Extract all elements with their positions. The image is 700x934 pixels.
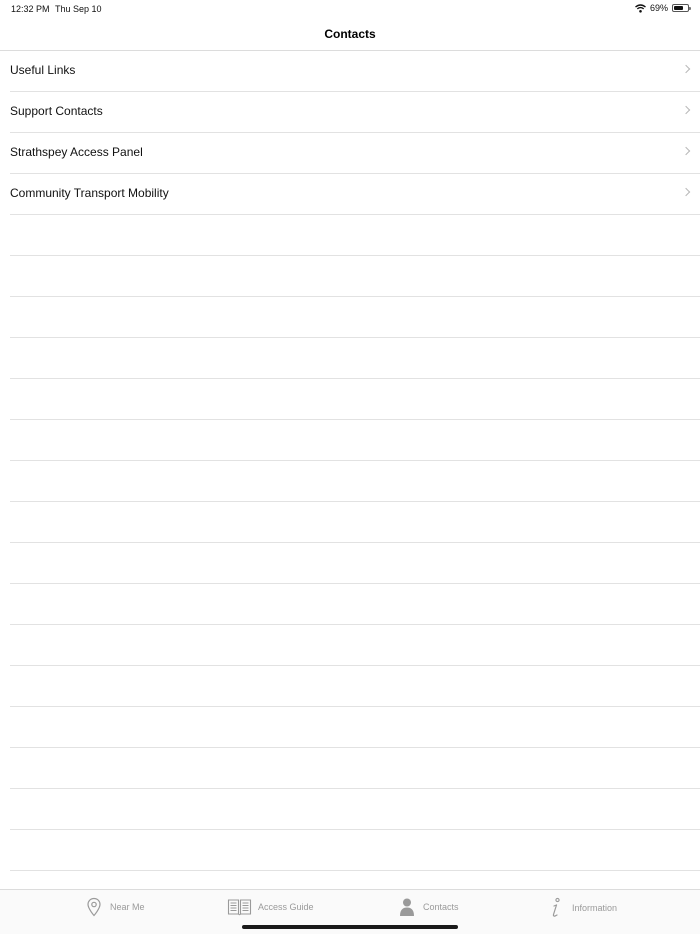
chevron-right-icon bbox=[681, 146, 691, 156]
empty-row bbox=[10, 707, 700, 748]
empty-row bbox=[10, 420, 700, 461]
empty-row bbox=[10, 830, 700, 871]
empty-row bbox=[10, 789, 700, 830]
home-indicator[interactable] bbox=[242, 925, 458, 929]
empty-row bbox=[10, 748, 700, 789]
tab-contacts[interactable]: Contacts bbox=[397, 897, 459, 917]
empty-row bbox=[10, 256, 700, 297]
empty-row bbox=[10, 338, 700, 379]
chevron-right-icon bbox=[681, 105, 691, 115]
list-item-community-transport-mobility[interactable]: Community Transport Mobility bbox=[10, 174, 700, 215]
list-item-support-contacts[interactable]: Support Contacts bbox=[10, 92, 700, 133]
book-icon bbox=[227, 899, 252, 916]
list-item-useful-links[interactable]: Useful Links bbox=[10, 51, 700, 92]
tab-bar: Near Me Access Guide Contacts Informatio… bbox=[0, 889, 700, 934]
contacts-list[interactable]: Useful Links Support Contacts Strathspey… bbox=[0, 51, 700, 889]
tab-access-guide[interactable]: Access Guide bbox=[227, 897, 314, 917]
list-item-label: Strathspey Access Panel bbox=[10, 145, 143, 159]
empty-row bbox=[10, 625, 700, 666]
list-item-label: Community Transport Mobility bbox=[10, 186, 169, 200]
location-pin-icon bbox=[87, 897, 101, 917]
battery-icon bbox=[672, 4, 691, 12]
navigation-bar: Contacts bbox=[0, 17, 700, 51]
status-date: Thu Sep 10 bbox=[55, 4, 102, 14]
battery-percent: 69% bbox=[649, 3, 668, 13]
status-bar: 12:32 PM Thu Sep 10 69% bbox=[0, 0, 700, 17]
page-title: Contacts bbox=[324, 27, 376, 41]
status-time: 12:32 PM bbox=[11, 4, 50, 14]
info-icon bbox=[552, 897, 560, 917]
empty-row bbox=[10, 502, 700, 543]
empty-row bbox=[10, 666, 700, 707]
tab-near-me[interactable]: Near Me bbox=[84, 897, 145, 917]
empty-row bbox=[10, 297, 700, 338]
tab-label: Access Guide bbox=[258, 902, 314, 912]
status-indicators: 69% bbox=[635, 3, 691, 13]
empty-row bbox=[10, 379, 700, 420]
empty-row bbox=[10, 543, 700, 584]
empty-row bbox=[10, 584, 700, 625]
wifi-icon bbox=[635, 3, 646, 13]
empty-row bbox=[10, 461, 700, 502]
person-icon bbox=[400, 898, 414, 916]
list-item-label: Support Contacts bbox=[10, 104, 103, 118]
list-item-label: Useful Links bbox=[10, 63, 76, 77]
chevron-right-icon bbox=[681, 187, 691, 197]
tab-label: Information bbox=[572, 903, 618, 913]
tab-label: Contacts bbox=[423, 902, 459, 912]
list-item-strathspey-access-panel[interactable]: Strathspey Access Panel bbox=[10, 133, 700, 174]
tab-label: Near Me bbox=[110, 902, 145, 912]
chevron-right-icon bbox=[681, 64, 691, 74]
tab-information[interactable]: Information bbox=[546, 897, 617, 919]
empty-row bbox=[10, 215, 700, 256]
empty-row bbox=[10, 871, 700, 889]
